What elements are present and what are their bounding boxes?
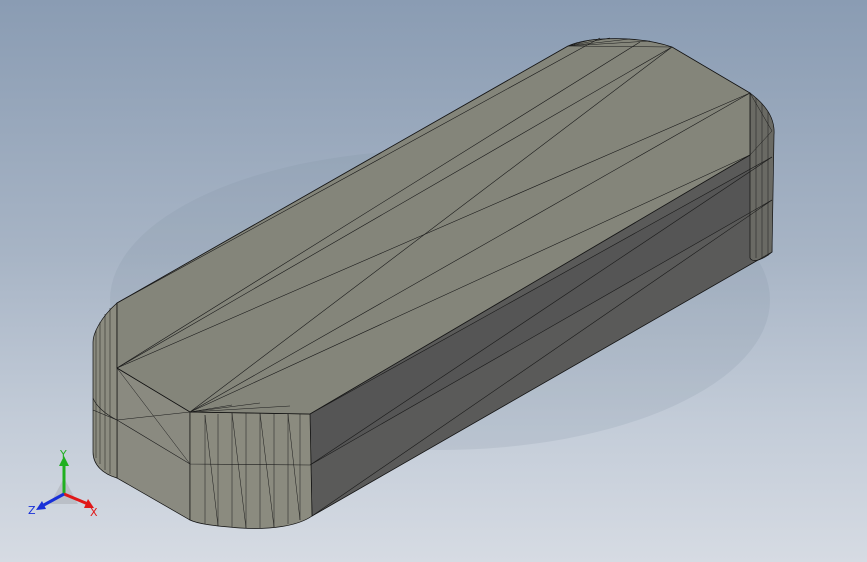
y-axis-label: Y	[59, 448, 67, 461]
orientation-triad[interactable]: Y X Z	[26, 448, 102, 520]
x-axis-label: X	[90, 506, 98, 519]
graphics-viewport[interactable]: Y X Z	[0, 0, 867, 562]
3d-model-view[interactable]	[0, 0, 867, 562]
corner-front-right	[189, 411, 313, 529]
z-axis-label: Z	[28, 504, 36, 517]
